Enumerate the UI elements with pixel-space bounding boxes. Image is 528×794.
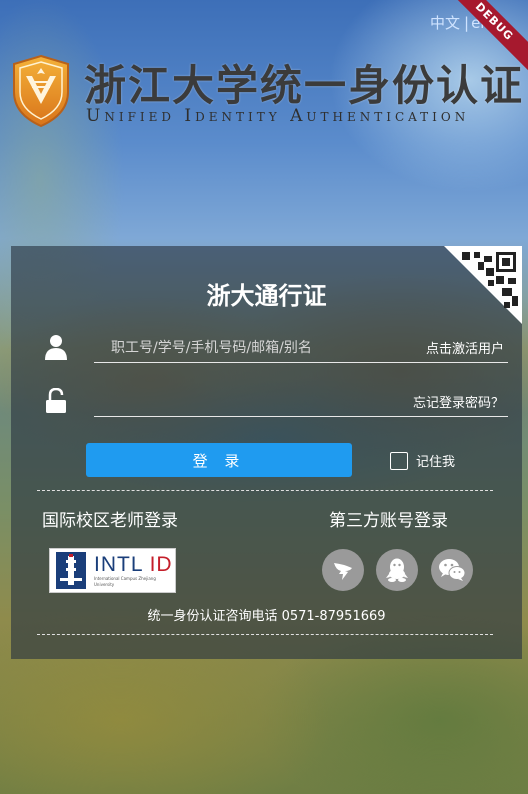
password-underline (94, 416, 508, 417)
intl-login-title: 国际校区老师登录 (42, 511, 178, 531)
lang-separator: | (464, 14, 470, 32)
wechat-login-button[interactable] (431, 549, 473, 591)
lang-chinese-link[interactable]: 中文 (430, 14, 460, 32)
divider-top (37, 490, 493, 491)
login-title: 浙大通行证 (206, 282, 327, 310)
remember-me[interactable]: 记住我 (390, 451, 455, 470)
third-party-title: 第三方账号登录 (329, 511, 448, 531)
zju-logo (10, 54, 72, 128)
wechat-icon (439, 559, 466, 581)
support-hotline: 统一身份认证咨询电话 0571-87951669 (147, 609, 386, 624)
intl-badge-suffix: ID (149, 552, 173, 576)
login-button[interactable]: 登 录 (86, 443, 352, 477)
intl-id-button[interactable]: INTL ID International Campus Zhejiang Un… (49, 548, 176, 593)
password-input[interactable] (111, 391, 411, 415)
dingtalk-icon (334, 563, 352, 580)
divider-bottom (37, 634, 493, 635)
login-panel: 浙大通行证 点击激活用户 忘记登录密码？ 登 录 记住我 国际校区老师登录 第三… (11, 246, 522, 659)
dingtalk-login-button[interactable] (322, 549, 364, 591)
qq-icon (386, 558, 408, 582)
remember-label: 记住我 (416, 455, 456, 470)
forgot-password-link[interactable]: 忘记登录密码？ (413, 392, 504, 411)
site-subtitle: Unified Identity Authentication (86, 106, 470, 126)
intl-badge-prefix: INTL (94, 552, 143, 576)
intl-badge-subtitle: International Campus Zhejiang University (94, 575, 156, 587)
username-underline (94, 362, 508, 363)
remember-checkbox[interactable] (390, 451, 408, 470)
lock-icon (45, 387, 67, 414)
activate-user-link[interactable]: 点击激活用户 (426, 338, 504, 357)
intl-campus-logo-icon (56, 552, 86, 589)
username-input[interactable] (111, 336, 411, 360)
site-title: 浙江大学统一身份认证 (84, 61, 525, 110)
user-icon (45, 334, 67, 360)
qq-login-button[interactable] (376, 549, 418, 591)
